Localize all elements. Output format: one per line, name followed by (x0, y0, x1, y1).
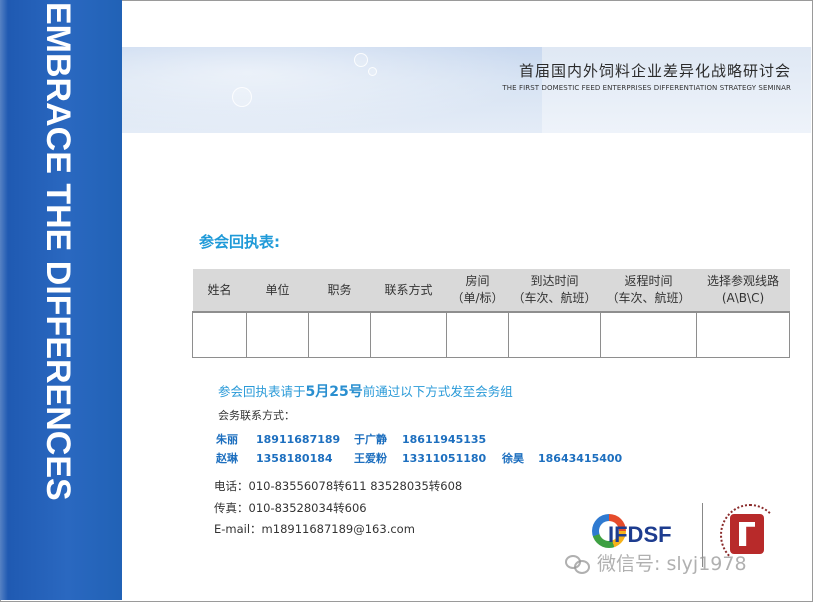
contact-name: 赵琳 (216, 452, 238, 465)
contact-phone: 13311051180 (402, 452, 487, 465)
submission-notice: 参会回执表请于5月25号前通过以下方式发至会务组 (218, 384, 513, 400)
deadline-date: 5月25号 (305, 384, 363, 400)
header-banner: 首届国内外饲料企业差异化战略研讨会 THE FIRST DOMESTIC FEE… (122, 47, 811, 133)
column-header: 单位 (246, 269, 309, 312)
seal-mark-icon (730, 514, 764, 554)
fax-line: 传真：010-83528034转606 (214, 500, 367, 515)
wechat-watermark: 微信号: slyj1978 (565, 549, 747, 576)
phone-line: 电话：010-83556078转611 83528035转608 (214, 479, 463, 493)
watermark-text: 微信号: slyj1978 (597, 553, 747, 575)
email-line: E-mail：m18911687189@163.com (214, 522, 415, 536)
table-row (192, 311, 790, 358)
banner-sheen (122, 47, 542, 133)
table-cell-blank[interactable] (508, 311, 601, 358)
seminar-title-en: THE FIRST DOMESTIC FEED ENTERPRISES DIFF… (502, 84, 791, 92)
column-header: 职务 (308, 269, 371, 312)
column-header: 到达时间 （车次、航班） (508, 269, 601, 312)
registration-form-table: 姓名 单位 职务 联系方式 房间 （单/标） 到达时间 （车次、航班） 返程时间 （车… (192, 269, 790, 358)
contact-row: 赵琳 1358180184 王爱粉 13311051180 徐昊 18643415400 (216, 450, 628, 469)
contact-phone: 18611945135 (402, 433, 487, 446)
wechat-icon (565, 553, 591, 574)
contact-name: 王爱粉 (354, 452, 387, 465)
ifdsf-logo-text: IFDSF (608, 522, 672, 547)
side-slogan: EMBRACE THE DIFFERENCES (39, 2, 77, 501)
table-cell-blank[interactable] (192, 311, 247, 358)
table-cell-blank[interactable] (600, 311, 697, 358)
contact-phone: 18643415400 (538, 452, 623, 465)
table-cell-blank[interactable] (446, 311, 509, 358)
contact-name: 朱丽 (216, 433, 238, 446)
contact-list: 朱丽 18911687189 于广静 18611945135 赵琳 1358180184… (216, 431, 628, 469)
table-cell-blank[interactable] (308, 311, 371, 358)
table-cell-blank[interactable] (246, 311, 309, 358)
column-header: 房间 （单/标） (446, 269, 509, 312)
table-cell-blank[interactable] (696, 311, 790, 358)
contact-heading: 会务联系方式： (218, 409, 295, 422)
column-header: 姓名 (192, 269, 247, 312)
column-header: 选择参观线路 (A\B\C) (696, 269, 790, 312)
bubble-decoration (232, 87, 252, 107)
column-header: 返程时间 （车次、航班） (600, 269, 697, 312)
seminar-title-cn: 首届国内外饲料企业差异化战略研讨会 (518, 62, 791, 80)
side-band-highlight (0, 0, 8, 600)
contact-phone: 18911687189 (256, 433, 341, 446)
bubble-decoration (368, 67, 377, 76)
table-cell-blank[interactable] (370, 311, 447, 358)
contact-info: 电话：010-83556078转611 83528035转608 传真：010-… (214, 478, 462, 543)
contact-name: 于广静 (354, 433, 387, 446)
section-title: 参会回执表: (199, 233, 280, 251)
table-header-row: 姓名 单位 职务 联系方式 房间 （单/标） 到达时间 （车次、航班） 返程时间 （车… (192, 269, 790, 312)
contact-name: 徐昊 (502, 452, 524, 465)
side-band: EMBRACE THE DIFFERENCES (0, 0, 122, 600)
bubble-decoration (354, 53, 368, 67)
column-header: 联系方式 (370, 269, 447, 312)
contact-phone: 1358180184 (256, 452, 333, 465)
contact-row: 朱丽 18911687189 于广静 18611945135 (216, 431, 628, 450)
